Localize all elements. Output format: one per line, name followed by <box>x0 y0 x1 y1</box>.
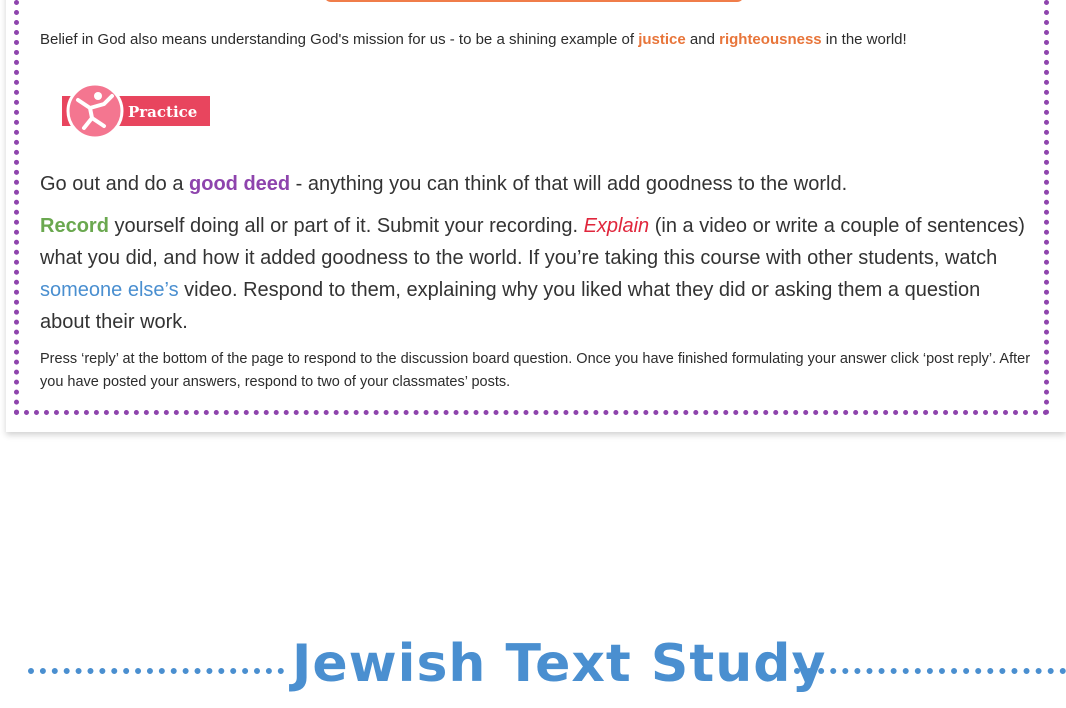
belief-statement: Belief in God also means understanding G… <box>40 31 907 48</box>
p2-text-c: video. Respond to them, explaining why y… <box>40 279 981 333</box>
belief-text: Belief in God also means understanding G… <box>40 31 639 48</box>
good-deed-highlight: good deed <box>189 173 291 195</box>
discussion-instructions: Press ‘reply’ at the bottom of the page … <box>40 351 1031 390</box>
p1-text: Go out and do a <box>40 173 190 195</box>
record-paragraph: Record yourself doing all or part of it.… <box>40 210 1030 338</box>
heading-dots-left <box>28 668 284 674</box>
explain-highlight: Explain <box>583 215 650 237</box>
section-heading: Jewish Text Study <box>292 634 827 694</box>
p1-end: - anything you can think of that will ad… <box>290 173 848 195</box>
righteousness-highlight: righteousness <box>719 31 822 48</box>
someone-else-link[interactable]: someone else’s <box>40 279 179 301</box>
record-highlight: Record <box>40 215 109 237</box>
heading-dots-right <box>794 668 1066 674</box>
practice-badge: Practice <box>62 82 210 140</box>
justice-highlight: justice <box>638 31 686 48</box>
p2-text-a: yourself doing all or part of it. Submit… <box>108 215 584 237</box>
belief-and: and <box>685 31 720 48</box>
practice-label: Practice <box>128 103 197 121</box>
section-heading-row: Jewish Text Study <box>0 632 1066 702</box>
belief-end: in the world! <box>821 31 907 48</box>
good-deed-paragraph: Go out and do a good deed - anything you… <box>40 168 1030 200</box>
